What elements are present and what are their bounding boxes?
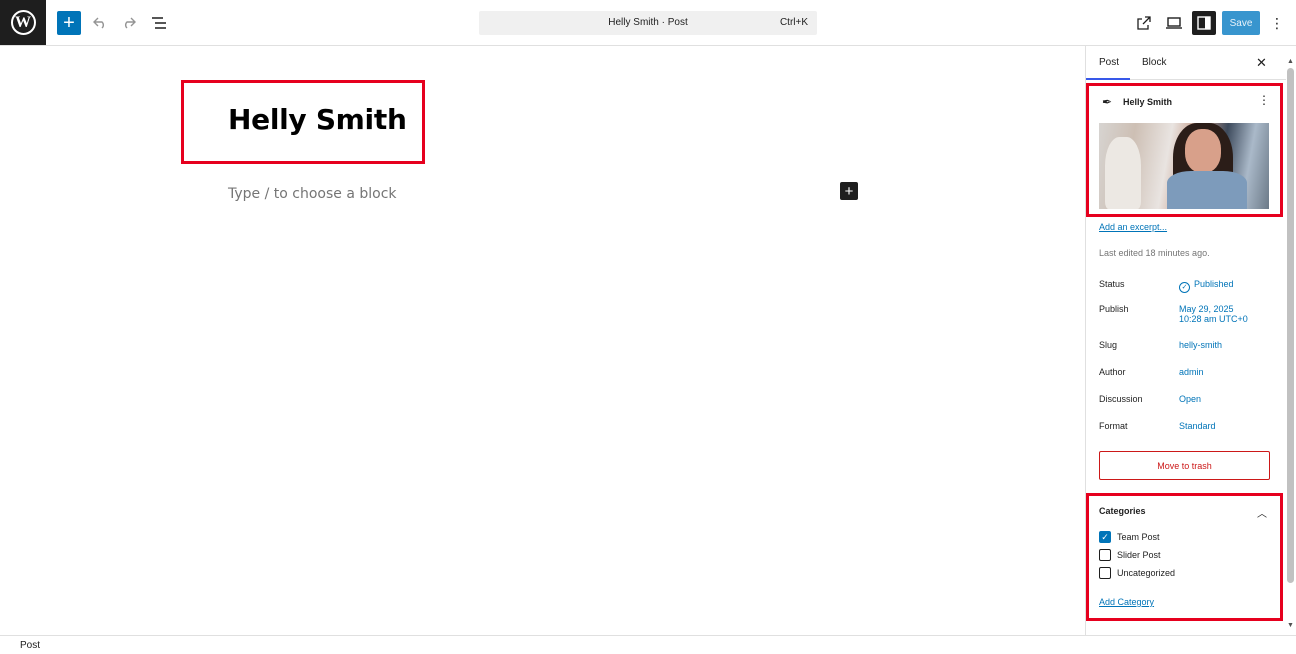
categories-panel-toggle[interactable]: Categories (1099, 506, 1146, 516)
document-title: Helly Smith · Post (608, 17, 688, 28)
active-tab-indicator (1086, 78, 1130, 80)
external-link-icon (1137, 16, 1151, 30)
save-button[interactable]: Save (1222, 11, 1260, 35)
meta-label: Status (1099, 279, 1125, 289)
add-excerpt-link[interactable]: Add an excerpt... (1099, 222, 1167, 232)
block-placeholder[interactable]: Type / to choose a block (228, 186, 397, 202)
quill-icon: ✒ (1102, 95, 1113, 109)
last-edited-text: Last edited 18 minutes ago. (1099, 248, 1210, 258)
keyboard-shortcut: Ctrl+K (779, 17, 808, 28)
list-view-icon (152, 17, 166, 29)
redo-icon (125, 17, 136, 29)
command-palette-button[interactable]: Helly Smith · Post Ctrl+K (479, 11, 817, 35)
options-menu-button[interactable]: ⋮ (1266, 11, 1288, 35)
block-inserter-button[interactable]: + (57, 11, 81, 35)
settings-toggle-button[interactable] (1192, 11, 1216, 35)
published-check-icon: ✓ (1179, 282, 1190, 293)
category-label: Uncategorized (1117, 568, 1176, 578)
document-overview-button[interactable] (147, 11, 171, 35)
editor-footer: Post (0, 635, 1296, 654)
post-title-input[interactable]: Helly Smith (228, 103, 407, 136)
scroll-down-icon[interactable]: ▼ (1287, 622, 1294, 629)
move-to-trash-button[interactable]: Move to trash (1099, 451, 1270, 480)
desktop-icon (1166, 17, 1182, 29)
sidebar-scrollbar[interactable]: ▲ ▼ (1284, 52, 1296, 635)
add-category-link[interactable]: Add Category (1099, 597, 1154, 607)
scroll-up-icon[interactable]: ▲ (1287, 58, 1294, 65)
sidebar-icon (1197, 16, 1211, 30)
chevron-up-icon[interactable]: ︿ (1257, 505, 1267, 520)
undo-button[interactable] (88, 11, 112, 35)
sidebar-tabs: Post Block ✕ (1086, 46, 1286, 80)
redo-button[interactable] (117, 11, 141, 35)
meta-label: Author (1099, 367, 1126, 377)
wordpress-icon: W (10, 10, 36, 35)
checkbox-icon[interactable] (1099, 549, 1111, 561)
view-post-button[interactable] (1132, 11, 1156, 35)
format-button[interactable]: Standard (1179, 421, 1216, 431)
preview-device-button[interactable] (1162, 11, 1186, 35)
wordpress-logo-button[interactable]: W (0, 0, 46, 45)
category-item-team-post[interactable]: ✓ Team Post (1099, 531, 1160, 543)
undo-icon (93, 17, 104, 29)
post-actions-menu-button[interactable]: ⋮ (1258, 94, 1270, 106)
publish-date-button[interactable]: May 29, 2025 10:28 am UTC+0 (1179, 304, 1248, 324)
featured-image[interactable] (1099, 123, 1269, 209)
meta-label: Slug (1099, 340, 1118, 350)
post-card-title: Helly Smith (1123, 97, 1173, 107)
checkbox-checked-icon[interactable]: ✓ (1099, 531, 1111, 543)
inline-block-inserter-button[interactable]: + (840, 182, 858, 200)
breadcrumb-post[interactable]: Post (20, 640, 40, 651)
checkbox-icon[interactable] (1099, 567, 1111, 579)
meta-label: Format (1099, 421, 1128, 431)
meta-label: Discussion (1099, 394, 1143, 404)
category-item-slider-post[interactable]: Slider Post (1099, 549, 1161, 561)
tab-block[interactable]: Block (1142, 57, 1166, 68)
close-icon[interactable]: ✕ (1256, 55, 1267, 71)
discussion-button[interactable]: Open (1179, 394, 1201, 404)
tab-post[interactable]: Post (1099, 57, 1119, 68)
category-label: Slider Post (1117, 550, 1161, 560)
category-item-uncategorized[interactable]: Uncategorized (1099, 567, 1175, 579)
category-label: Team Post (1117, 532, 1160, 542)
top-toolbar: W + Helly Smith · Post Ctrl+K Save ⋮ (0, 0, 1296, 46)
slug-button[interactable]: helly-smith (1179, 340, 1222, 350)
scroll-thumb[interactable] (1287, 68, 1294, 583)
meta-label: Publish (1099, 304, 1129, 314)
status-value-button[interactable]: ✓ Published (1179, 279, 1234, 293)
settings-sidebar: Post Block ✕ ▲ ▼ ✒ Helly Smith ⋮ Add an … (1085, 46, 1296, 635)
author-button[interactable]: admin (1179, 367, 1204, 377)
